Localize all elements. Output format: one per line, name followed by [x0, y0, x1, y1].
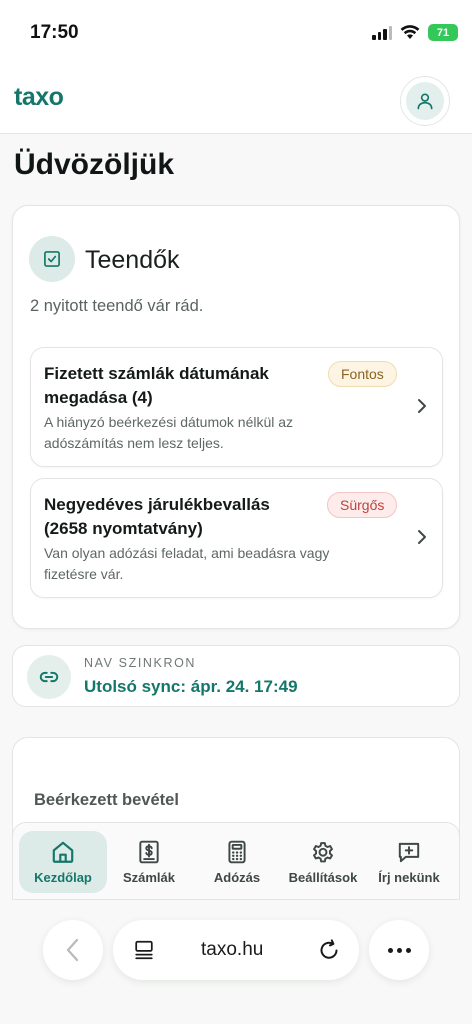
avatar: [406, 82, 444, 120]
bottom-nav: Kezdőlap Számlák Adózás Beállítások Írj …: [12, 822, 460, 900]
home-icon: [52, 841, 74, 863]
battery-icon: 71: [428, 24, 458, 41]
address-bar[interactable]: taxo.hu: [113, 920, 359, 980]
browser-bar: taxo.hu: [0, 900, 472, 1024]
tab-label: Kezdőlap: [34, 870, 92, 885]
more-options-button[interactable]: [369, 920, 429, 980]
tasks-subtitle: 2 nyitott teendő vár rád.: [30, 297, 204, 315]
task-description: Van olyan adózási feladat, ami beadásra …: [44, 545, 330, 582]
app-header: taxo: [0, 68, 472, 134]
dot-icon: [387, 947, 393, 953]
dot-icon: [405, 947, 411, 953]
status-bar: 17:50 71: [0, 0, 472, 68]
tab-label: Számlák: [122, 870, 176, 885]
tab-label: Írj nekünk: [378, 870, 440, 885]
tasks-card: Teendők 2 nyitott teendő vár rád. Fizete…: [12, 205, 460, 629]
message-plus-icon: [398, 842, 420, 863]
tab-taxes[interactable]: Adózás: [193, 831, 281, 893]
wifi-icon: [400, 25, 420, 39]
tasks-icon-wrap: [29, 236, 75, 282]
link-icon: [39, 671, 59, 683]
task-item-missing-dates[interactable]: Fizetett számlák dátumának megadása (4) …: [30, 347, 443, 467]
task-title: Fizetett számlák dátumának megadása (4): [44, 364, 269, 407]
url-text: taxo.hu: [201, 939, 264, 960]
tab-label: Beállítások: [288, 870, 358, 885]
income-label: Beérkezett bevétel: [34, 791, 179, 809]
chevron-right-icon: [418, 530, 426, 544]
tabs-icon[interactable]: [133, 939, 155, 961]
nav-sync-label: NAV SZINKRON: [84, 656, 197, 670]
signal-icon: [372, 25, 392, 40]
task-title: Negyedéves járulékbevallás (2658 nyomtat…: [44, 495, 270, 538]
nav-sync-value: Utolsó sync: ápr. 24. 17:49: [84, 677, 298, 696]
user-icon: [417, 93, 433, 110]
checkbox-icon: [44, 251, 60, 267]
tab-settings[interactable]: Beállítások: [279, 831, 367, 893]
nav-sync-card[interactable]: NAV SZINKRON Utolsó sync: ápr. 24. 17:49: [12, 645, 460, 707]
badge-important: Fontos: [328, 361, 397, 387]
tasks-title: Teendők: [85, 246, 180, 274]
tab-home[interactable]: Kezdőlap: [19, 831, 107, 893]
page-title: Üdvözöljük: [14, 148, 175, 181]
status-icons: 71: [372, 24, 458, 41]
dot-icon: [396, 947, 402, 953]
gear-icon: [313, 842, 333, 863]
tab-contact[interactable]: Írj nekünk: [365, 831, 453, 893]
status-time: 17:50: [30, 22, 79, 43]
profile-button[interactable]: [400, 76, 450, 126]
tab-label: Adózás: [213, 870, 261, 885]
reload-icon[interactable]: [317, 938, 341, 962]
tab-invoices[interactable]: Számlák: [105, 831, 193, 893]
calculator-icon: [228, 840, 246, 864]
logo[interactable]: taxo: [14, 83, 64, 112]
invoice-dollar-icon: [139, 840, 159, 864]
chevron-right-icon: [418, 399, 426, 413]
browser-back-button[interactable]: [43, 920, 103, 980]
link-icon-wrap: [27, 655, 71, 699]
task-description: A hiányzó beérkezési dátumok nélkül az a…: [44, 414, 294, 451]
chevron-left-icon: [66, 938, 79, 962]
badge-urgent: Sürgős: [327, 492, 398, 518]
task-item-quarterly-declaration[interactable]: Negyedéves járulékbevallás (2658 nyomtat…: [30, 478, 443, 598]
